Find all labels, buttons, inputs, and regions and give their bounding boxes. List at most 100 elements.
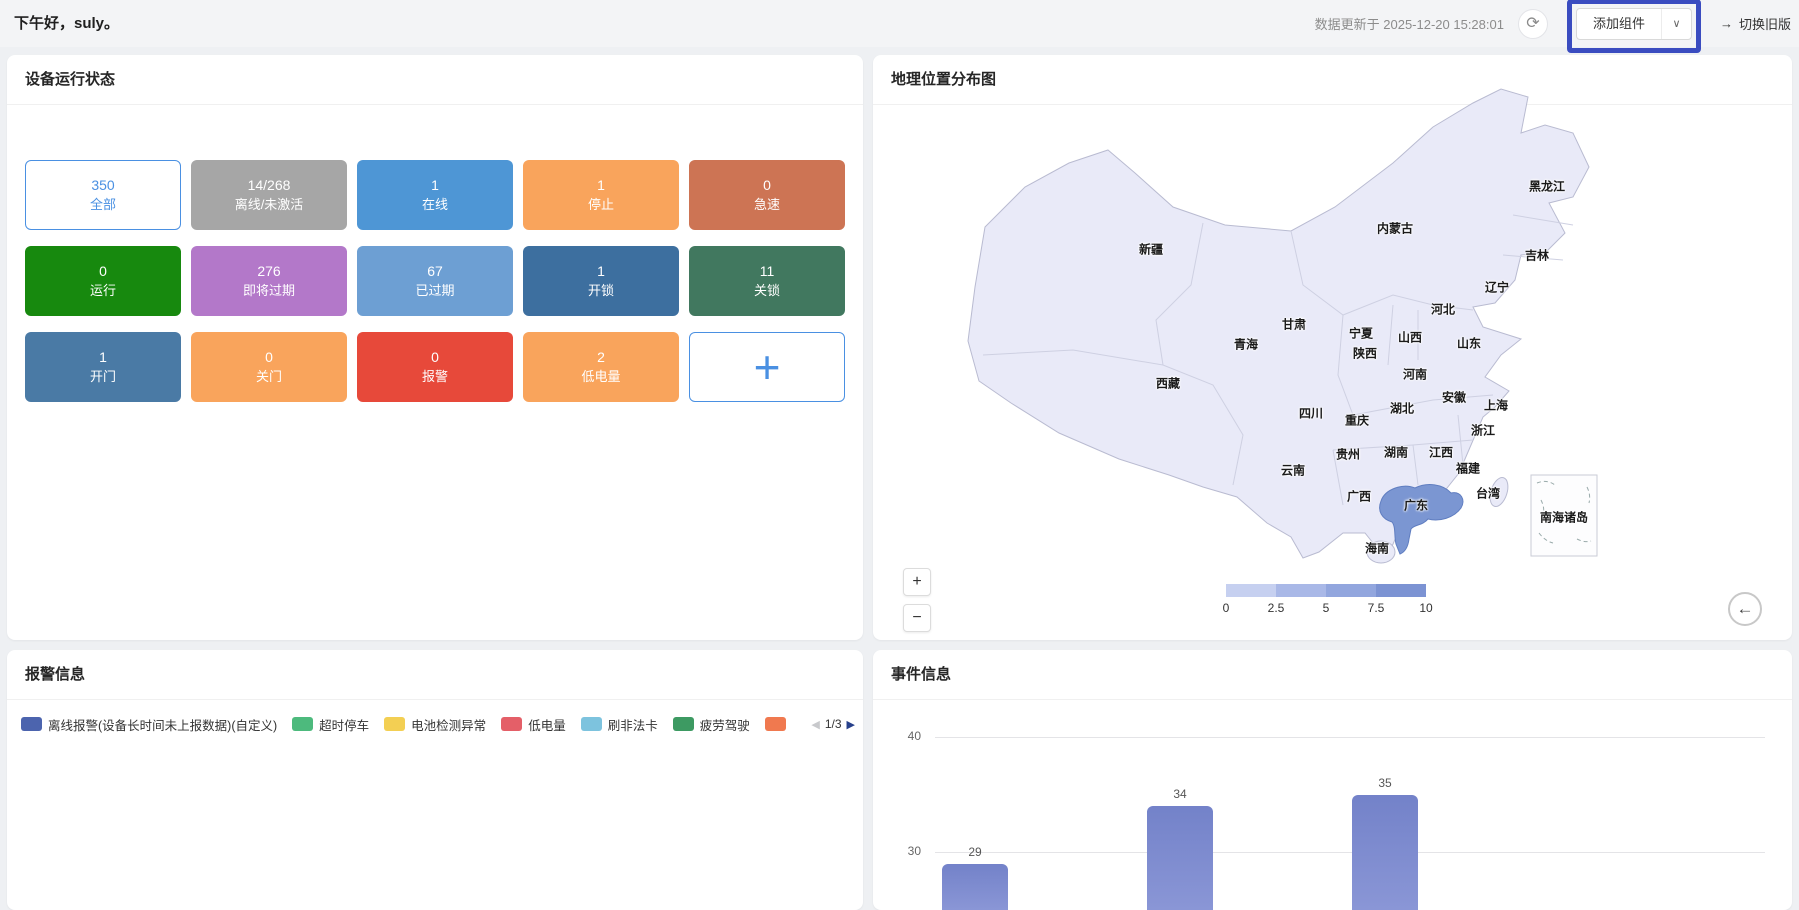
china-map[interactable] (873, 55, 1792, 640)
tile-value: 0 (99, 262, 107, 281)
status-tile[interactable]: 14/268离线/未激活 (191, 160, 347, 230)
tile-label: 报警 (422, 367, 448, 386)
add-component-wrapper: 添加组件 ∨ (1576, 8, 1692, 40)
map-zoom-in-button[interactable]: + (903, 568, 931, 596)
map-region-hainan[interactable] (1367, 541, 1395, 563)
colorbar-tick-label: 7.5 (1368, 601, 1385, 615)
data-updated-text: 数据更新于 2025-12-20 15:28:01 (1315, 14, 1504, 33)
legend-swatch (384, 717, 405, 731)
tile-label: 已过期 (415, 281, 454, 300)
status-tile[interactable]: 1在线 (357, 160, 513, 230)
status-tile[interactable]: 1开门 (25, 332, 181, 402)
tile-value: 11 (760, 262, 775, 281)
device-status-title: 设备运行状态 (7, 55, 863, 105)
legend-label: 超时停车 (319, 715, 369, 734)
status-tile[interactable]: 0关门 (191, 332, 347, 402)
event-info-panel: 事件信息 4030293435 (873, 650, 1792, 910)
status-tile[interactable]: 67已过期 (357, 246, 513, 316)
tile-label: 运行 (90, 281, 116, 300)
tile-label: 开门 (90, 367, 116, 386)
pager-prev-icon[interactable]: ◀ (811, 718, 819, 731)
legend-swatch (581, 717, 602, 731)
legend-label: 离线报警(设备长时间未上报数据)(自定义) (48, 715, 277, 734)
legend-item[interactable]: 刷非法卡 (581, 715, 658, 734)
refresh-icon[interactable]: ⟳ (1518, 9, 1548, 39)
legend-label: 刷非法卡 (608, 715, 658, 734)
alarm-info-title: 报警信息 (7, 650, 863, 700)
legend-swatch (765, 717, 786, 731)
status-tile-grid: 350全部14/268离线/未激活1在线1停止0急速0运行276即将过期67已过… (25, 160, 845, 402)
status-tile[interactable]: 0报警 (357, 332, 513, 402)
y-axis-tick-label: 30 (881, 844, 921, 858)
legend-swatch (501, 717, 522, 731)
geo-distribution-panel: 地理位置分布图 (873, 55, 1792, 640)
tile-value: 2 (597, 348, 605, 367)
add-component-button[interactable]: 添加组件 ∨ (1576, 8, 1692, 40)
switch-old-version-label[interactable]: 切换旧版 (1739, 14, 1791, 33)
legend-label: 电池检测异常 (411, 715, 486, 734)
tile-value: 14/268 (248, 176, 291, 195)
map-back-button[interactable]: ← (1728, 592, 1762, 626)
tile-label: 低电量 (581, 367, 620, 386)
status-tile[interactable]: 276即将过期 (191, 246, 347, 316)
tile-value: 0 (265, 348, 273, 367)
tile-value: 276 (257, 262, 280, 281)
legend-item[interactable]: 离线报警(设备长时间未上报数据)(自定义) (21, 715, 277, 734)
status-tile[interactable]: 2低电量 (523, 332, 679, 402)
colorbar-tick-label: 10 (1419, 601, 1432, 615)
tile-value: 0 (431, 348, 439, 367)
colorbar-tick-label: 5 (1323, 601, 1330, 615)
alarm-info-panel: 报警信息 离线报警(设备长时间未上报数据)(自定义) 超时停车 电池检测异常 低电量 刷… (7, 650, 863, 910)
legend-item[interactable]: 超时停车 (292, 715, 369, 734)
legend-item[interactable]: 出区 (765, 715, 787, 734)
tile-value: 1 (597, 262, 605, 281)
visualmap-colorbar (1226, 584, 1426, 597)
south-sea-inset (1531, 475, 1597, 556)
map-zoom-out-button[interactable]: − (903, 604, 931, 632)
legend-item[interactable]: 疲劳驾驶 (673, 715, 750, 734)
tile-value: 1 (99, 348, 107, 367)
greeting-text: 下午好，suly。 (14, 0, 119, 47)
tile-label: 关门 (256, 367, 282, 386)
legend-label: 低电量 (528, 715, 566, 734)
tile-value: 350 (91, 176, 114, 195)
switch-old-version-link[interactable]: → 切换旧版 (1720, 14, 1791, 33)
tile-label: 急速 (754, 195, 780, 214)
chart-gridline (935, 852, 1765, 853)
legend-pager: ◀ 1/3 ▶ (811, 713, 855, 735)
add-status-tile-button[interactable]: + (689, 332, 845, 402)
pager-next-icon[interactable]: ▶ (847, 718, 855, 731)
colorbar-segment (1276, 584, 1326, 597)
status-tile[interactable]: 1开锁 (523, 246, 679, 316)
y-axis-tick-label: 40 (881, 729, 921, 743)
status-tile[interactable]: 1停止 (523, 160, 679, 230)
tile-label: 关锁 (754, 281, 780, 300)
tile-label: 停止 (588, 195, 614, 214)
status-tile[interactable]: 0运行 (25, 246, 181, 316)
chevron-down-icon[interactable]: ∨ (1661, 9, 1691, 39)
colorbar-segment (1326, 584, 1376, 597)
arrow-left-icon: ← (1737, 599, 1754, 618)
tile-label: 开锁 (588, 281, 614, 300)
status-tile[interactable]: 350全部 (25, 160, 181, 230)
event-bar-chart: 4030293435 (873, 650, 1792, 910)
chart-gridline (935, 737, 1765, 738)
colorbar-tick-label: 0 (1223, 601, 1230, 615)
device-status-panel: 设备运行状态 350全部14/268离线/未激活1在线1停止0急速0运行276即… (7, 55, 863, 640)
status-tile[interactable]: 0急速 (689, 160, 845, 230)
top-bar: 下午好，suly。 数据更新于 2025-12-20 15:28:01 ⟳ 添加… (0, 0, 1799, 47)
colorbar-segment (1376, 584, 1426, 597)
legend-item[interactable]: 低电量 (501, 715, 566, 734)
tile-label: 在线 (422, 195, 448, 214)
pager-page-indicator: 1/3 (825, 717, 842, 731)
bar (1147, 806, 1213, 910)
map-region-taiwan[interactable] (1487, 475, 1511, 508)
alarm-legend: 离线报警(设备长时间未上报数据)(自定义) 超时停车 电池检测异常 低电量 刷非法卡 疲劳… (21, 713, 787, 735)
legend-label: 疲劳驾驶 (700, 715, 750, 734)
tile-label: 即将过期 (243, 281, 295, 300)
colorbar-tick-label: 2.5 (1268, 601, 1285, 615)
add-component-label[interactable]: 添加组件 (1577, 9, 1661, 39)
status-tile[interactable]: 11关锁 (689, 246, 845, 316)
bar (1352, 795, 1418, 910)
legend-item[interactable]: 电池检测异常 (384, 715, 486, 734)
